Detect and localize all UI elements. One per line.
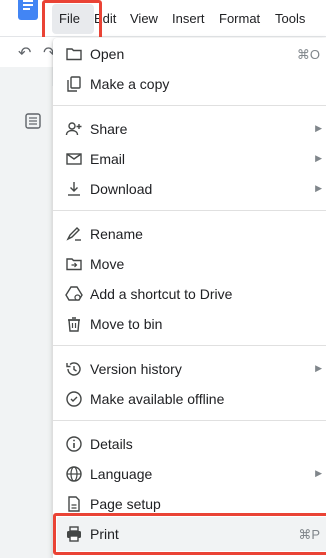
menu-item-move-to-bin[interactable]: Move to bin (53, 310, 326, 338)
menu-divider (53, 210, 326, 211)
menu-item-version-history[interactable]: Version history ▶ (53, 355, 326, 383)
menu-item-label: Version history (90, 361, 182, 377)
menu-divider (53, 105, 326, 106)
person-add-icon (65, 120, 83, 138)
folder-icon (65, 45, 83, 63)
submenu-arrow-icon: ▶ (315, 183, 322, 193)
info-icon (65, 435, 83, 453)
menu-item-share[interactable]: Share ▶ (53, 115, 326, 143)
print-highlight-box (53, 513, 326, 555)
outline-icon[interactable] (24, 112, 42, 130)
menu-item-move[interactable]: Move (53, 250, 326, 278)
menu-item-make-available-offline[interactable]: Make available offline (53, 385, 326, 413)
docs-logo-icon[interactable] (18, 0, 38, 20)
move-folder-icon (65, 255, 83, 273)
file-menu-highlight-box (42, 0, 102, 42)
drive-shortcut-icon (65, 285, 83, 303)
menu-divider (53, 345, 326, 346)
menu-item-make-a-copy[interactable]: Make a copy (53, 70, 326, 98)
menu-item-label: Open (90, 46, 125, 62)
menu-item-label: Share (90, 121, 128, 137)
menu-item-rename[interactable]: Rename (53, 220, 326, 248)
submenu-arrow-icon: ▶ (315, 153, 322, 163)
copy-icon (65, 75, 83, 93)
rename-icon (65, 225, 83, 243)
menu-item-download[interactable]: Download ▶ (53, 175, 326, 203)
menu-item-label: Page setup (90, 496, 161, 512)
globe-icon (65, 465, 83, 483)
menu-item-language[interactable]: Language ▶ (53, 460, 326, 488)
menu-insert[interactable]: Insert (172, 11, 205, 26)
menu-tools[interactable]: Tools (275, 11, 305, 26)
menu-item-label: Details (90, 436, 133, 452)
undo-icon[interactable]: ↶ (18, 43, 31, 63)
email-icon (65, 150, 83, 168)
menu-item-add-shortcut[interactable]: Add a shortcut to Drive (53, 280, 326, 308)
menu-item-email[interactable]: Email ▶ (53, 145, 326, 173)
page-setup-icon (65, 495, 83, 513)
history-icon (65, 360, 83, 378)
menu-item-label: Add a shortcut to Drive (90, 286, 233, 302)
menu-item-label: Make a copy (90, 76, 170, 92)
submenu-arrow-icon: ▶ (315, 468, 322, 478)
shortcut-label: ⌘O (296, 47, 320, 62)
menu-item-label: Make available offline (90, 391, 225, 407)
menu-item-label: Move (90, 256, 125, 272)
submenu-arrow-icon: ▶ (315, 123, 322, 133)
download-icon (65, 180, 83, 198)
offline-icon (65, 390, 83, 408)
menu-item-label: Email (90, 151, 126, 167)
menu-item-label: Rename (90, 226, 143, 242)
menu-format[interactable]: Format (219, 11, 260, 26)
menu-item-label: Download (90, 181, 153, 197)
menu-item-label: Move to bin (90, 316, 163, 332)
menu-divider (53, 420, 326, 421)
menu-item-open[interactable]: Open ⌘O (53, 40, 326, 68)
menu-view[interactable]: View (130, 11, 158, 26)
file-menu-dropdown: Open ⌘O Make a copy Share ▶ Email ▶ Down… (53, 38, 326, 558)
menu-item-details[interactable]: Details (53, 430, 326, 458)
submenu-arrow-icon: ▶ (315, 363, 322, 373)
menu-item-label: Language (90, 466, 153, 482)
trash-icon (65, 315, 83, 333)
